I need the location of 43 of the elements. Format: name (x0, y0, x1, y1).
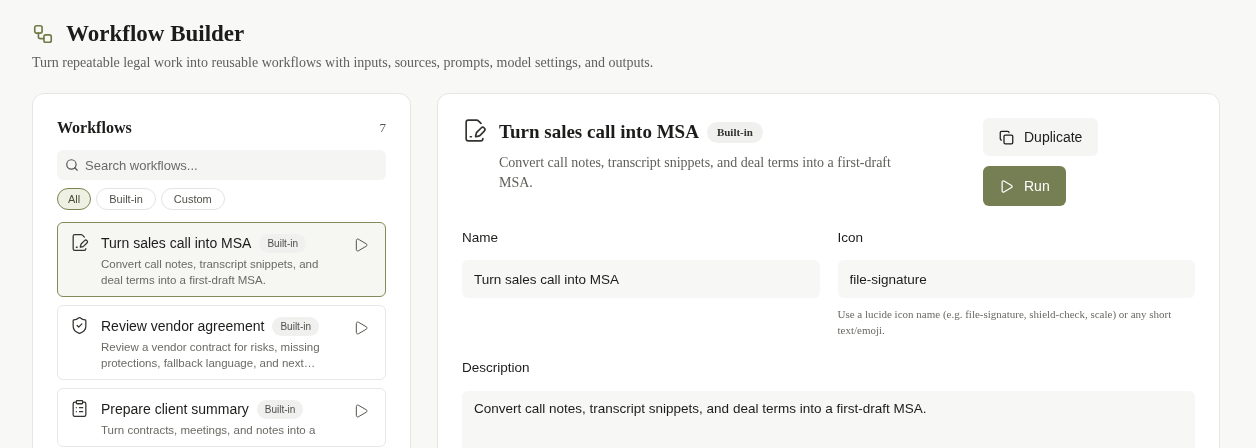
run-button[interactable]: Run (983, 166, 1066, 206)
page-subtitle: Turn repeatable legal work into reusable workflows with inputs, sources, prompts, model settings, and outputs. (32, 54, 655, 72)
field-label: Description (462, 359, 531, 378)
workflow-description: Turn contracts, meetings, and notes into a (101, 423, 317, 438)
workflow-badge: Built-in (256, 400, 304, 419)
duplicate-button[interactable]: Duplicate (983, 118, 1099, 156)
description-input[interactable]: Convert call notes, transcript snippets, and deal terms into a first-draft MSA. (462, 390, 1195, 448)
document-pen-icon (462, 118, 487, 143)
page-title: Workflow Builder (66, 20, 245, 48)
workflow-icon (32, 23, 54, 45)
play-icon (999, 178, 1014, 194)
field-hint: Use a lucide icon name (e.g. file-signature, shield-check, scale) or any short text/emoji. (837, 307, 1173, 339)
filter-chip[interactable]: Custom (160, 188, 225, 210)
workflow-count: 7 (379, 119, 386, 138)
document-pen-icon (70, 233, 89, 252)
field-label: Name (462, 229, 499, 247)
workflow-badge: Built-in (272, 317, 319, 336)
panel-title: Workflows (57, 118, 132, 138)
workflow-title: Turn sales call into MSA (101, 234, 252, 253)
workflow-description: Convert call notes, transcript snippets, and deal terms into a first-draft MSA. (101, 257, 320, 288)
workflow-item[interactable]: Review vendor agreement Built-in Review a vendor contract for risks, missing protections, fallback language, and next… (57, 305, 386, 380)
workflow-badge: Built-in (259, 234, 306, 253)
play-icon[interactable] (353, 320, 369, 336)
workflow-item[interactable]: Prepare client summary Built-in Turn contracts, meetings, and notes into a (57, 388, 386, 447)
icon-input[interactable]: file-signature (837, 260, 1195, 299)
workflow-title: Prepare client summary (101, 400, 249, 419)
workflow-heading: Turn sales call into MSA (499, 120, 699, 144)
search-field[interactable]: Search workflows... (57, 150, 386, 180)
workflow-item[interactable]: Turn sales call into MSA Built-in Convert call notes, transcript snippets, and deal terms into a first-draft MSA. (57, 222, 386, 297)
play-icon[interactable] (353, 403, 369, 419)
filter-chip[interactable]: Built-in (96, 188, 156, 210)
name-input[interactable]: Turn sales call into MSA (462, 260, 820, 299)
copy-icon (999, 129, 1014, 145)
shield-check-icon (70, 316, 89, 335)
clipboard-list-icon (70, 399, 89, 418)
workflow-title: Review vendor agreement (101, 317, 265, 336)
workflow-description: Review a vendor contract for risks, missing protections, fallback language, and next… (101, 340, 321, 371)
workflow-badge: Built-in (706, 122, 763, 143)
filter-chip[interactable]: All (57, 188, 92, 210)
search-icon (65, 158, 79, 172)
play-icon[interactable] (353, 237, 369, 253)
workflow-description: Convert call notes, transcript snippets, and deal terms into a first-draft MSA. (499, 153, 892, 192)
field-label: Icon (837, 229, 865, 247)
